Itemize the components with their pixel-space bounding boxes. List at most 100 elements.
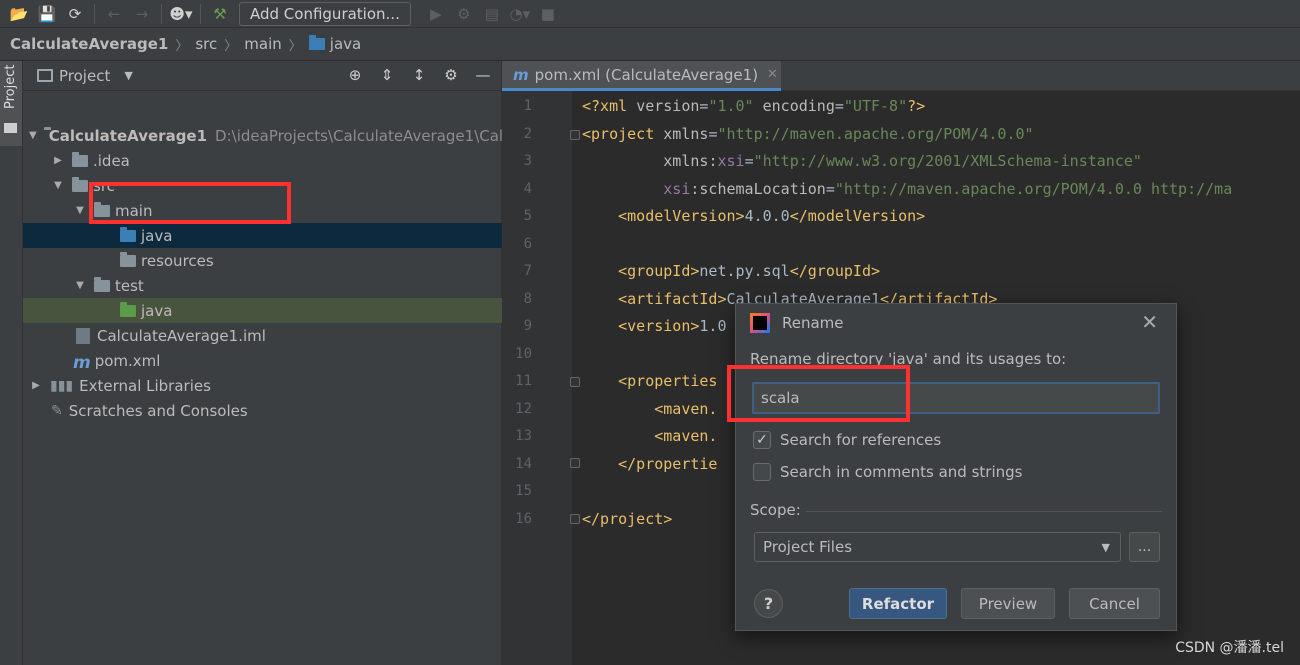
collapse-all-icon[interactable]: ↕ [407,66,431,84]
editor-tab-bar: m pom.xml (CalculateAverage1) ✕ [502,61,1300,91]
forward-icon[interactable]: → [129,2,155,26]
code-line: <maven. [654,427,718,445]
library-icon: ▮▮▮ [50,377,74,394]
tree-item-root[interactable]: ▼ CalculateAverage1 D:\ideaProjects\Calc… [23,123,503,148]
maven-file-icon: m [513,65,529,84]
fold-marker-icon[interactable] [570,458,580,468]
project-panel: Project ▼ ⊕ ⇕ ↕ ⚙ — ▼ CalculateAverage1 … [23,61,503,665]
test-folder-icon [120,301,136,317]
scope-select[interactable]: Project Files ▼ [754,532,1121,562]
tree-item-label: External Libraries [79,376,211,395]
back-icon[interactable]: ← [101,2,127,26]
expanded-arrow-icon[interactable]: ▼ [73,205,87,216]
line-number: 7 [523,263,532,279]
tree-item-external-libraries[interactable]: ▶ ▮▮▮ External Libraries [23,373,502,398]
code-line: </propertie [618,455,718,473]
search-comments-option[interactable]: Search in comments and strings [753,463,1022,481]
run-icon[interactable]: ▶ [423,2,449,26]
line-number: 6 [523,236,532,252]
line-number: 12 [515,401,532,417]
code-line: <groupId>net.py.sql</groupId> [618,262,881,280]
chevron-down-icon: ▼ [1101,541,1110,554]
close-icon[interactable]: ✕ [767,67,778,82]
line-number: 14 [515,456,532,472]
chevron-right-icon: 〉 [288,38,302,54]
fold-marker-icon[interactable] [570,514,580,524]
code-line: <maven. [654,400,718,418]
tree-item-test[interactable]: ▼ test [23,273,502,298]
project-panel-title[interactable]: Project [59,67,110,85]
checkbox-checked-icon[interactable]: ✓ [753,431,771,449]
collapsed-arrow-icon[interactable]: ▶ [51,155,65,166]
tree-item-resources[interactable]: resources [23,248,502,273]
project-panel-actions: ⊕ ⇕ ↕ ⚙ — [343,66,495,84]
rename-dialog: Rename ✕ Rename directory 'java' and its… [735,303,1177,631]
main-toolbar: 📂 💾 ⟳ ← → ☻▾ ⚒ Add Configuration... ▶ ⚙ … [0,0,1300,28]
save-icon[interactable]: 💾 [34,2,60,26]
expand-all-icon[interactable]: ⇕ [375,66,399,84]
tab-pom-xml[interactable]: m pom.xml (CalculateAverage1) ✕ [502,61,781,91]
chevron-down-icon[interactable]: ▼ [124,69,132,82]
tree-item-pom[interactable]: m pom.xml [23,348,502,373]
profile-icon[interactable]: ◔▾ [507,2,533,26]
add-configuration-button[interactable]: Add Configuration... [239,1,411,26]
sync-icon[interactable]: ⟳ [62,2,88,26]
build-hammer-icon[interactable]: ⚒ [207,2,233,26]
tree-item-label: pom.xml [94,351,161,370]
coverage-icon[interactable]: ▤ [479,2,505,26]
toolbar-separator [200,3,201,24]
project-tool-tab[interactable]: Project [0,61,22,146]
folder-icon [72,176,88,192]
line-number: 11 [515,373,532,389]
line-number: 15 [515,483,532,499]
intellij-logo-icon [750,313,770,333]
debug-icon[interactable]: ⚙ [451,2,477,26]
scratches-icon: ✎ [51,402,63,419]
dialog-title-bar: Rename [750,313,844,333]
annotation-box-rename-input [727,365,910,422]
locate-icon[interactable]: ⊕ [343,66,367,84]
dialog-title: Rename [782,314,844,332]
collapsed-arrow-icon[interactable]: ▶ [29,380,43,391]
tree-item-main-java[interactable]: java [23,223,502,248]
line-number: 9 [523,318,532,334]
code-line: xmlns:xsi="http://www.w3.org/2001/XMLSch… [663,152,1142,170]
user-dropdown-icon[interactable]: ☻▾ [168,2,194,26]
expanded-arrow-icon[interactable]: ▼ [51,180,65,191]
cancel-button[interactable]: Cancel [1069,588,1160,619]
expanded-arrow-icon[interactable]: ▼ [29,130,37,141]
breadcrumb-project[interactable]: CalculateAverage1 [10,35,168,53]
tree-item-label: CalculateAverage1.iml [97,326,266,345]
stop-icon[interactable]: ■ [535,2,561,26]
code-line: <properties [618,372,718,390]
code-line: xsi:schemaLocation="http://maven.apache.… [663,180,1233,198]
preview-button[interactable]: Preview [961,588,1055,619]
hide-icon[interactable]: — [471,66,495,84]
fold-marker-icon[interactable] [570,130,580,140]
search-references-option[interactable]: ✓ Search for references [753,431,941,449]
tree-item-scratches[interactable]: ✎ Scratches and Consoles [23,398,502,423]
tree-item-idea[interactable]: ▶ .idea [23,148,502,173]
line-number: 16 [515,511,532,527]
breadcrumb-src[interactable]: src [195,35,217,53]
help-button[interactable]: ? [754,589,783,618]
gear-icon[interactable]: ⚙ [439,66,463,84]
search-references-label: Search for references [780,431,942,449]
tree-item-iml[interactable]: CalculateAverage1.iml [23,323,502,348]
fold-marker-icon[interactable] [570,377,580,387]
close-icon[interactable]: ✕ [1141,310,1158,334]
expanded-arrow-icon[interactable]: ▼ [73,280,87,291]
tree-item-label: test [115,276,144,295]
folder-icon [308,35,325,50]
folder-icon [4,123,17,133]
refactor-button[interactable]: Refactor [849,588,947,619]
code-line: <project xmlns="http://maven.apache.org/… [582,125,1034,143]
scope-label: Scope: [750,501,801,519]
checkbox-unchecked-icon[interactable] [753,463,771,481]
tab-label: pom.xml (CalculateAverage1) [534,65,759,84]
scope-more-button[interactable]: ... [1129,532,1160,562]
tree-item-test-java[interactable]: java [23,298,502,323]
open-folder-icon[interactable]: 📂 [6,2,32,26]
breadcrumb-main[interactable]: main [244,35,281,53]
breadcrumb-java[interactable]: java [330,35,361,53]
